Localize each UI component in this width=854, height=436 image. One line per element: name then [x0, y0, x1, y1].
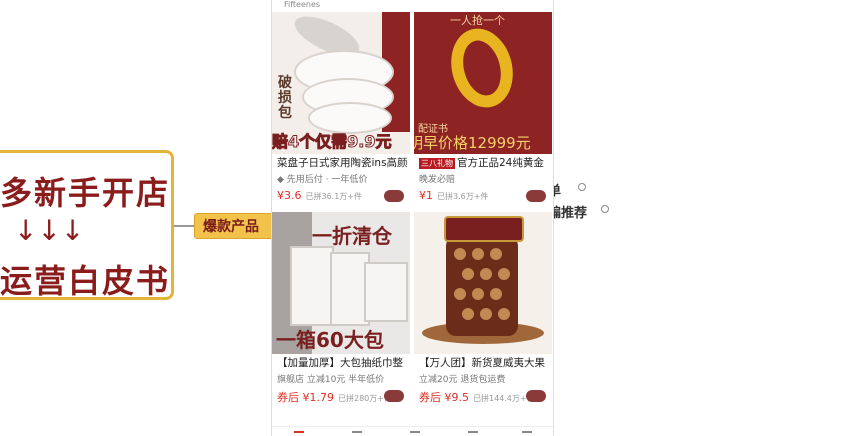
- nut-shape: [480, 268, 492, 280]
- tissue-box-shape: [290, 246, 334, 326]
- nut-shape: [490, 288, 502, 300]
- image-side-text: 破 损 包: [278, 75, 292, 121]
- nut-shape: [498, 308, 510, 320]
- tissue-box-shape: [364, 262, 408, 322]
- nut-shape: [480, 308, 492, 320]
- cart-icon[interactable]: [468, 431, 478, 436]
- nut-shape: [462, 308, 474, 320]
- product-image[interactable]: [414, 212, 552, 354]
- nut-shape: [454, 288, 466, 300]
- product-price: ¥3.6 已拼36.1万+件: [277, 189, 363, 202]
- nut-shape: [490, 248, 502, 260]
- nut-shape: [454, 248, 466, 260]
- top-strip: Fifteenes: [272, 0, 553, 12]
- product-title: 三八礼物 官方正品24纯黄金: [419, 157, 544, 169]
- buyer-avatars: [526, 190, 546, 202]
- product-price: ¥1 已拼3.6万+件: [419, 189, 489, 202]
- sold-count: 已拼3.6万+件: [437, 192, 489, 201]
- image-banner: 一箱60大包: [276, 328, 384, 352]
- product-card[interactable]: 一人抢一个 配证书 明早价格12999元 三八礼物 官方正品24纯黄金 晚发必赔 …: [414, 12, 552, 210]
- mindmap-root-arrows: ↓↓↓: [14, 214, 85, 247]
- product-price: 券后 ¥1.79 已拼280万+件: [277, 391, 392, 404]
- sold-count: 已拼36.1万+件: [305, 192, 363, 201]
- nut-shape: [498, 268, 510, 280]
- product-title: 【加量加厚】大包抽纸巾整: [277, 357, 403, 369]
- product-image[interactable]: 一折清仓 一箱60大包: [272, 212, 410, 354]
- product-title: 【万人团】新货夏威夷大果: [419, 357, 545, 369]
- product-subtitle: 旗舰店 立减10元 半年低价: [277, 375, 385, 385]
- jar-lid-shape: [444, 216, 524, 242]
- product-tag: 三八礼物: [419, 158, 455, 169]
- nut-shape: [462, 268, 474, 280]
- image-top-text: 一人抢一个: [450, 14, 505, 27]
- mindmap-root-line2: 运营白皮书: [0, 262, 171, 300]
- product-subtitle: ◆ 先用后付 · 一年低价: [277, 175, 368, 185]
- chat-icon[interactable]: [410, 431, 420, 436]
- nut-shape: [472, 288, 484, 300]
- collapse-dot-icon[interactable]: [601, 205, 609, 213]
- product-price: 券后 ¥9.5 已拼144.4万+件: [419, 391, 535, 404]
- image-title: 一折清仓: [312, 224, 392, 248]
- mindmap-root-line1: 多新手开店: [0, 174, 171, 212]
- buyer-avatars: [384, 390, 404, 402]
- buyer-avatars: [526, 390, 546, 402]
- product-title: 菜盘子日式家用陶瓷ins高颜: [277, 157, 408, 169]
- gold-ring-shape: [442, 21, 522, 115]
- category-icon[interactable]: [352, 431, 362, 436]
- collapse-dot-icon[interactable]: [578, 183, 586, 191]
- mindmap-connector: [174, 225, 196, 227]
- product-card[interactable]: 一折清仓 一箱60大包 【加量加厚】大包抽纸巾整 旗舰店 立减10元 半年低价 …: [272, 212, 410, 410]
- image-banner: 赔4个仅需9.9元: [272, 132, 392, 152]
- buyer-avatars: [384, 190, 404, 202]
- product-subtitle: 立减20元 退货包运费: [419, 375, 506, 385]
- image-banner: 明早价格12999元: [414, 134, 531, 152]
- product-image[interactable]: 一人抢一个 配证书 明早价格12999元: [414, 12, 552, 154]
- product-image[interactable]: 破 损 包 赔4个仅需9.9元: [272, 12, 410, 154]
- mindmap-child-node[interactable]: 爆款产品: [194, 213, 274, 239]
- product-subtitle: 晚发必赔: [419, 175, 456, 185]
- home-icon[interactable]: [294, 431, 304, 436]
- profile-icon[interactable]: [522, 431, 532, 436]
- phone-screen: Fifteenes 破 损 包 赔4个仅需9.9元 菜盘子日式家用陶瓷ins高颜…: [271, 0, 554, 436]
- product-card[interactable]: 破 损 包 赔4个仅需9.9元 菜盘子日式家用陶瓷ins高颜 ◆ 先用后付 · …: [272, 12, 410, 210]
- bottom-nav: [272, 426, 553, 436]
- nut-shape: [472, 248, 484, 260]
- product-card[interactable]: 【万人团】新货夏威夷大果 立减20元 退货包运费 券后 ¥9.5 已拼144.4万…: [414, 212, 552, 410]
